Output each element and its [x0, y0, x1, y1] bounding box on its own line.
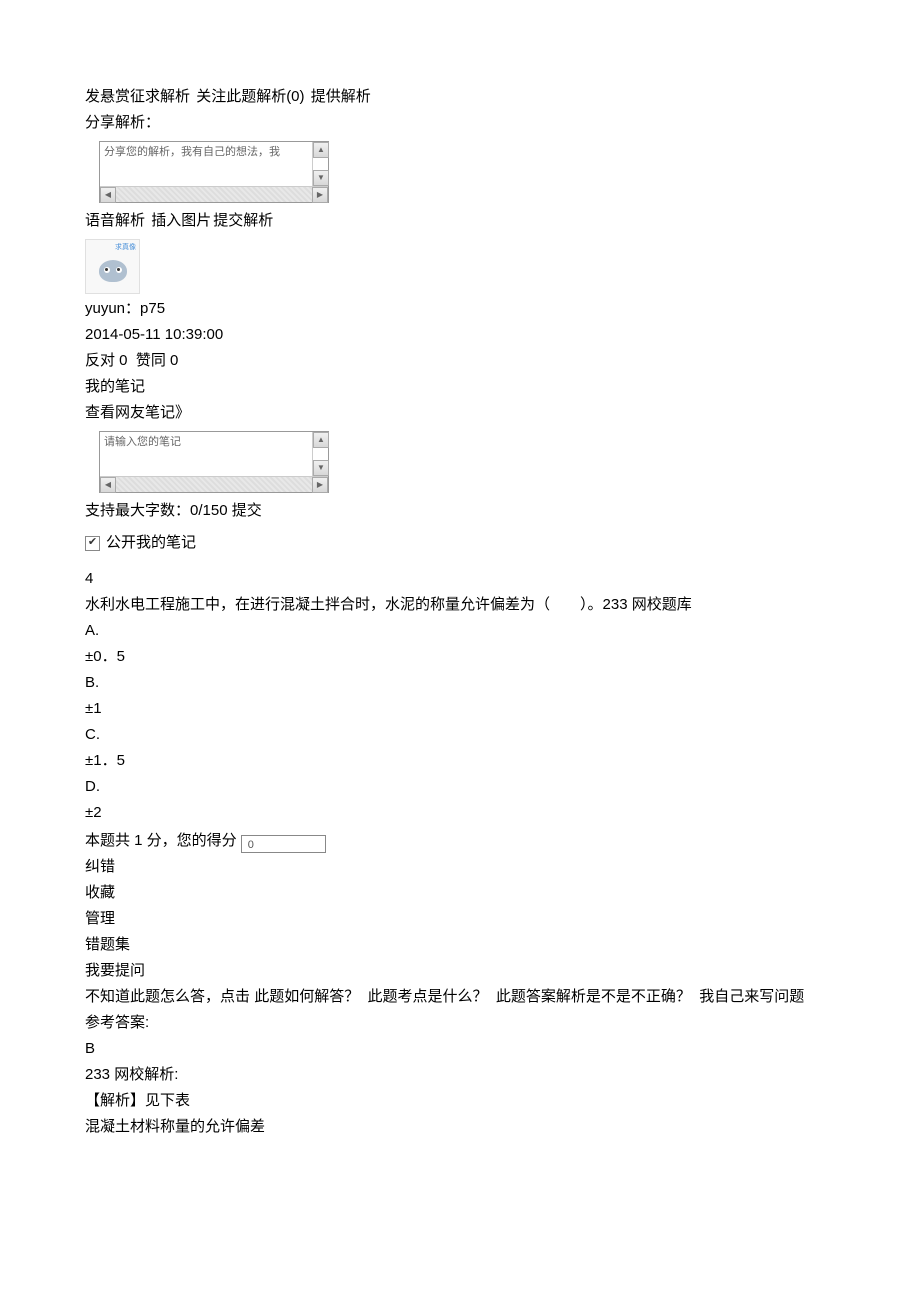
- view-friends-notes-link[interactable]: 查看网友笔记》: [85, 401, 835, 425]
- scroll-down-icon[interactable]: ▼: [313, 170, 329, 186]
- oppose-button[interactable]: 反对 0: [85, 352, 128, 369]
- share-placeholder: 分享您的解析，我有自己的想法，我: [100, 142, 312, 186]
- agree-button[interactable]: 赞同 0: [136, 352, 179, 369]
- notes-textarea[interactable]: 请输入您的笔记 ▲ ▼ ◀ ▶: [99, 431, 329, 493]
- avatar-face-icon: [99, 260, 127, 282]
- option-c-label: C.: [85, 723, 835, 747]
- char-limit-label: 支持最大字数：: [85, 502, 190, 519]
- horizontal-scrollbar[interactable]: [116, 477, 312, 492]
- char-count: 0/150: [190, 502, 228, 519]
- comment-user[interactable]: yuyun：: [85, 300, 140, 317]
- option-a-label: A.: [85, 619, 835, 643]
- comment-text: p75: [140, 300, 165, 317]
- help-prefix: 不知道此题怎么答，点击: [85, 988, 250, 1005]
- analysis-label: 233 网校解析:: [85, 1063, 835, 1087]
- scroll-left-icon[interactable]: ◀: [100, 477, 116, 493]
- ref-answer-label: 参考答案:: [85, 1011, 835, 1035]
- submit-notes-button[interactable]: 提交: [232, 502, 262, 519]
- option-b[interactable]: ±1: [85, 697, 835, 721]
- scroll-right-icon[interactable]: ▶: [312, 187, 328, 203]
- bounty-link[interactable]: 发悬赏征求解析: [85, 88, 190, 105]
- favorite-link[interactable]: 收藏: [85, 881, 835, 905]
- scroll-right-icon[interactable]: ▶: [312, 477, 328, 493]
- scroll-down-icon[interactable]: ▼: [313, 460, 329, 476]
- follow-link[interactable]: 关注此题解析(0): [196, 88, 304, 105]
- avatar-tag: 求真像: [115, 242, 136, 253]
- vertical-scrollbar[interactable]: ▲ ▼: [312, 432, 328, 476]
- score-label: 本题共 1 分，您的得分: [85, 829, 237, 853]
- option-c[interactable]: ±1．5: [85, 749, 835, 773]
- horizontal-scrollbar[interactable]: [116, 187, 312, 202]
- scroll-left-icon[interactable]: ◀: [100, 187, 116, 203]
- vertical-scrollbar[interactable]: ▲ ▼: [312, 142, 328, 186]
- scroll-up-icon[interactable]: ▲: [313, 142, 329, 158]
- analysis-text: 【解析】见下表: [85, 1089, 835, 1113]
- voice-analysis-link[interactable]: 语音解析: [85, 212, 145, 229]
- provide-link[interactable]: 提供解析: [311, 88, 371, 105]
- share-textarea[interactable]: 分享您的解析，我有自己的想法，我 ▲ ▼ ◀ ▶: [99, 141, 329, 203]
- submit-analysis-button[interactable]: 提交解析: [213, 212, 273, 229]
- score-input[interactable]: 0: [241, 835, 326, 853]
- option-b-label: B.: [85, 671, 835, 695]
- question-number: 4: [85, 567, 835, 591]
- manage-link[interactable]: 管理: [85, 907, 835, 931]
- help-q2-link[interactable]: 此题考点是什么？: [368, 988, 488, 1005]
- correct-link[interactable]: 纠错: [85, 855, 835, 879]
- option-d[interactable]: ±2: [85, 801, 835, 825]
- comment-time: 2014-05-11 10:39:00: [85, 323, 835, 347]
- option-a[interactable]: ±0．5: [85, 645, 835, 669]
- my-notes-label: 我的笔记: [85, 375, 835, 399]
- table-title: 混凝土材料称量的允许偏差: [85, 1115, 835, 1139]
- public-notes-checkbox[interactable]: ✔: [85, 536, 100, 551]
- insert-image-link[interactable]: 插入图片: [151, 212, 211, 229]
- notes-placeholder: 请输入您的笔记: [100, 432, 312, 476]
- wrong-set-link[interactable]: 错题集: [85, 933, 835, 957]
- avatar[interactable]: 求真像: [85, 239, 140, 294]
- help-q1-link[interactable]: 此题如何解答？: [254, 988, 359, 1005]
- public-notes-label: 公开我的笔记: [106, 531, 196, 555]
- share-label: 分享解析：: [85, 111, 835, 135]
- help-q4-link[interactable]: 我自己来写问题: [699, 988, 804, 1005]
- help-q3-link[interactable]: 此题答案解析是不是不正确？: [496, 988, 691, 1005]
- ref-answer-value: B: [85, 1037, 835, 1061]
- scroll-up-icon[interactable]: ▲: [313, 432, 329, 448]
- option-d-label: D.: [85, 775, 835, 799]
- ask-link[interactable]: 我要提问: [85, 959, 835, 983]
- question-stem: 水利水电工程施工中，在进行混凝土拌合时，水泥的称量允许偏差为（ ）。233 网校…: [85, 593, 835, 617]
